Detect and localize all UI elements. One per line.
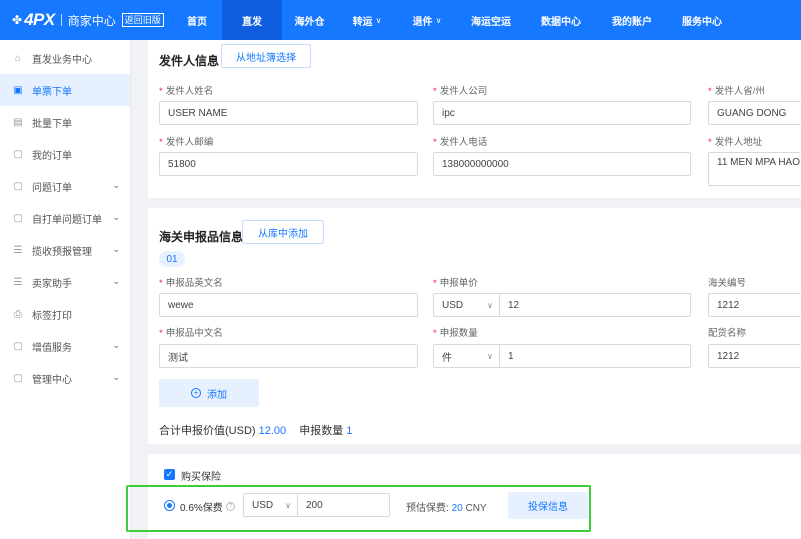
sidebar-item-value-added[interactable]: ▢ 增值服务 ⌄ <box>0 330 130 362</box>
sidebar-item-label-print[interactable]: ⎙ 标签打印 <box>0 298 130 330</box>
brand-logo[interactable]: 4PX <box>24 10 55 30</box>
sidebar-item-self-print-problem-orders[interactable]: ▢ 自打单问题订单 ⌄ <box>0 202 130 234</box>
sidebar-item-problem-orders[interactable]: ▢ 问题订单 ⌄ <box>0 170 130 202</box>
chevron-down-icon: ⌄ <box>112 276 120 286</box>
select-from-address-book-button[interactable]: 从地址簿选择 <box>221 44 311 68</box>
chevron-down-icon: ∨ <box>375 15 382 25</box>
buy-insurance-label: 购买保险 <box>181 472 221 483</box>
back-to-old-version-button[interactable]: 返回旧版 <box>121 13 164 27</box>
merchant-center-label: 商家中心 <box>67 13 116 28</box>
highlight-box <box>126 485 591 532</box>
service-icon: ▢ <box>13 340 23 352</box>
sidebar-item-direct-center[interactable]: ⌂ 直发业务中心 <box>0 42 130 74</box>
sender-company-input[interactable]: ipc <box>433 101 691 125</box>
sidebar-item-pickup-forecast[interactable]: ☰ 揽收预报管理 ⌄ <box>0 234 130 266</box>
add-item-button[interactable]: + 添加 <box>159 379 259 407</box>
printer-icon: ⎙ <box>14 308 22 320</box>
sender-province-label: * 发件人省/州 <box>708 86 765 97</box>
nav-overseas-warehouse[interactable]: 海外仓 <box>282 0 337 40</box>
nav-returns[interactable]: 退件 ∨ <box>397 0 457 40</box>
declaration-summary: 合计申报价值(USD) 12.00 申报数量 1 <box>159 425 353 437</box>
sender-name-input[interactable]: USER NAME <box>159 101 418 125</box>
buy-insurance-checkbox[interactable]: ✓ <box>164 469 175 480</box>
sender-address-input[interactable]: 11 MEN MPA HAO <box>708 152 801 186</box>
main-nav: 首页 直发 海外仓 转运 ∨ 退件 ∨ 海运空运 数据中心 我的账户 服务中心 <box>172 0 737 40</box>
quantity-label: * 申报数量 <box>433 328 478 339</box>
manage-icon: ▢ <box>13 372 23 384</box>
nav-home[interactable]: 首页 <box>172 0 222 40</box>
sender-company-label: * 发件人公司 <box>433 86 488 97</box>
chevron-down-icon: ⌄ <box>112 180 120 190</box>
sender-postcode-input[interactable]: 51800 <box>159 152 418 176</box>
nav-direct[interactable]: 直发 <box>222 0 282 40</box>
nav-data-center[interactable]: 数据中心 <box>525 0 597 40</box>
chevron-down-icon: ∨ <box>487 351 493 361</box>
home-icon: ⌂ <box>14 52 22 64</box>
item-number-badge: 01 <box>159 251 185 267</box>
unit-select[interactable]: 件 ∨ <box>442 345 500 367</box>
sidebar-item-management[interactable]: ▢ 管理中心 ⌄ <box>0 362 130 394</box>
sender-postcode-label: * 发件人邮编 <box>159 137 214 148</box>
sender-info-card: 发件人信息 从地址簿选择 * 发件人姓名 USER NAME * 发件人公司 ipc… <box>148 40 801 198</box>
sidebar-item-seller-assistant[interactable]: ☰ 卖家助手 ⌄ <box>0 266 130 298</box>
sidebar-item-single-order[interactable]: ▣ 单票下单 <box>0 74 130 106</box>
sidebar: ⌂ 直发业务中心 ▣ 单票下单 ▤ 批量下单 ▢ 我的订单 ▢ 问题订单 ⌄ ▢ 自打单问题订… <box>0 40 131 539</box>
sender-province-input[interactable]: GUANG DONG <box>708 101 801 125</box>
pickup-icon: ☰ <box>13 244 23 256</box>
sender-name-label: * 发件人姓名 <box>159 86 214 97</box>
nav-my-account[interactable]: 我的账户 <box>597 0 667 40</box>
quantity-input[interactable]: 件 ∨ 1 <box>433 344 691 368</box>
chinese-name-label: * 申报品中文名 <box>159 328 223 339</box>
print-issue-icon: ▢ <box>13 212 23 224</box>
total-declared-value: 12.00 <box>258 425 287 437</box>
currency-select[interactable]: USD ∨ <box>442 294 500 316</box>
check-icon: ✓ <box>165 469 174 479</box>
hs-code-input[interactable]: 1212 <box>708 293 801 317</box>
add-from-library-button[interactable]: 从库中添加 <box>242 220 324 244</box>
sender-address-label: * 发件人地址 <box>708 137 763 148</box>
list-icon: ▢ <box>13 148 23 160</box>
hs-code-label: 海关编号 <box>708 278 747 289</box>
plus-circle-icon: + <box>191 388 201 398</box>
sidebar-item-my-orders[interactable]: ▢ 我的订单 <box>0 138 130 170</box>
total-declared-quantity: 1 <box>346 425 353 437</box>
unit-price-input[interactable]: USD ∨ 12 <box>433 293 691 317</box>
unit-price-label: * 申报单价 <box>433 278 478 289</box>
assistant-icon: ☰ <box>13 276 23 288</box>
sender-info-title: 发件人信息 <box>159 54 220 68</box>
distribution-name-label: 配货名称 <box>708 328 747 339</box>
distribution-name-input[interactable]: 1212 <box>708 344 801 368</box>
logo-area: ✤ 4PX 商家中心 返回旧版 <box>0 0 172 40</box>
chevron-down-icon: ⌄ <box>112 340 120 350</box>
nav-service-center[interactable]: 服务中心 <box>667 0 737 40</box>
nav-sea-air[interactable]: 海运空运 <box>457 0 525 40</box>
top-bar: ✤ 4PX 商家中心 返回旧版 首页 直发 海外仓 转运 ∨ 退件 ∨ 海运空运 数… <box>0 0 801 40</box>
issue-icon: ▢ <box>13 180 23 192</box>
chevron-down-icon: ⌄ <box>112 244 120 254</box>
sidebar-item-batch-order[interactable]: ▤ 批量下单 <box>0 106 130 138</box>
customs-declaration-title: 海关申报品信息 <box>159 230 244 244</box>
chinese-name-input[interactable]: 测试 <box>159 344 418 368</box>
order-icon: ▣ <box>13 84 23 96</box>
nav-transfer[interactable]: 转运 ∨ <box>337 0 397 40</box>
chevron-down-icon: ⌄ <box>112 212 120 222</box>
chevron-down-icon: ⌄ <box>112 372 120 382</box>
batch-icon: ▤ <box>13 116 23 128</box>
english-name-label: * 申报品英文名 <box>159 278 223 289</box>
sender-phone-label: * 发件人电话 <box>433 137 488 148</box>
chevron-down-icon: ∨ <box>487 300 493 310</box>
sender-phone-input[interactable]: 138000000000 <box>433 152 691 176</box>
english-name-input[interactable]: wewe <box>159 293 418 317</box>
logo-icon: ✤ <box>12 13 23 27</box>
customs-declaration-card: 海关申报品信息 从库中添加 01 * 申报品英文名 wewe * 申报单价 USD ∨… <box>148 208 801 444</box>
chevron-down-icon: ∨ <box>435 15 442 25</box>
